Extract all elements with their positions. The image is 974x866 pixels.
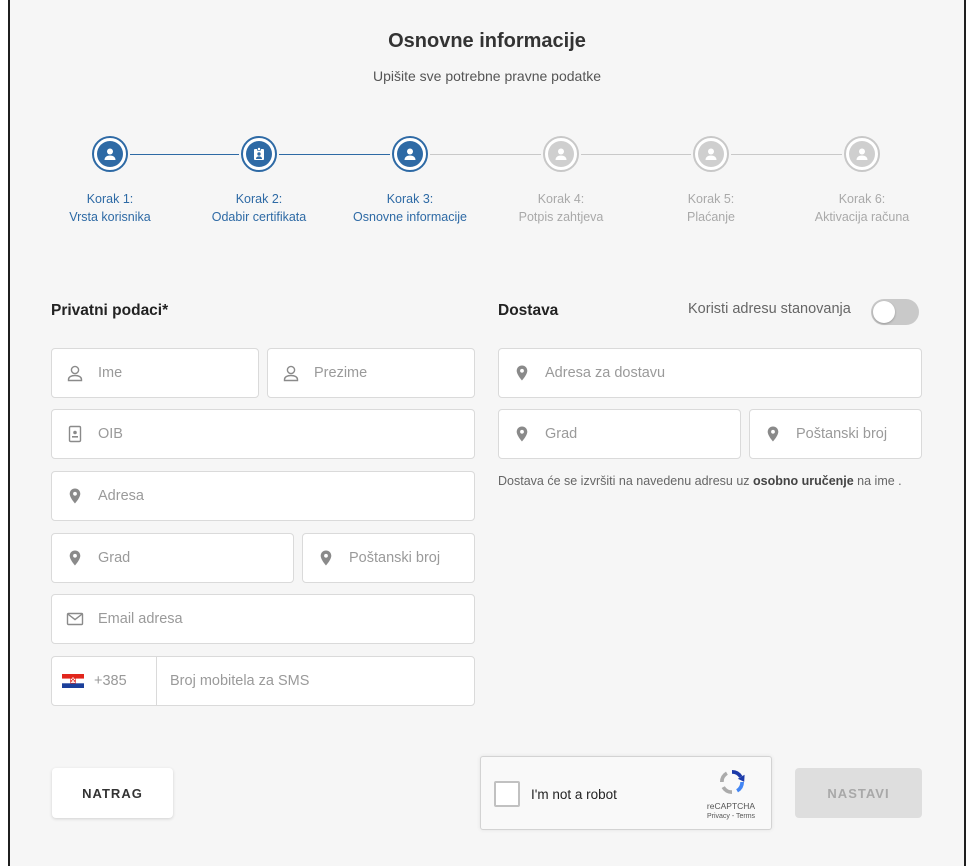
location-pin-icon [317,549,335,567]
recaptcha-checkbox[interactable] [494,781,520,807]
stepper-connector [581,154,691,155]
postal-code-field[interactable] [302,533,475,583]
user-icon [856,148,868,160]
private-section-title: Privatni podaci* [51,302,169,319]
step-name: Potpis zahtjeva [518,210,604,224]
step-2-indicator[interactable] [241,136,277,172]
croatia-flag-icon [62,674,84,688]
step-1-indicator[interactable] [92,136,128,172]
step-number: Korak 5: [687,192,735,206]
location-pin-icon [66,487,84,505]
step-number: Korak 1: [86,192,134,206]
step-name: Vrsta korisnika [69,210,151,224]
user-icon [555,148,567,160]
step-1-label[interactable]: Korak 1: Vrsta korisnika [35,190,185,226]
phone-field[interactable]: +385 [51,656,475,706]
oib-input[interactable] [98,426,474,442]
step-6-indicator [844,136,880,172]
step-6-label: Korak 6: Aktivacija računa [787,190,937,226]
delivery-postal-code-input[interactable] [796,426,921,442]
recaptcha-brand: reCAPTCHA [706,801,756,811]
delivery-note: Dostava će se izvršiti na navedenu adres… [498,474,902,488]
city-input[interactable] [98,550,293,566]
location-pin-icon [513,425,531,443]
delivery-address-input[interactable] [545,365,921,381]
stepper-connector [731,154,842,155]
step-3-label[interactable]: Korak 3: Osnovne informacije [335,190,485,226]
back-button[interactable]: NATRAG [52,768,173,818]
last-name-field[interactable] [267,348,475,398]
user-icon [705,148,717,160]
id-card-icon [254,147,264,160]
delivery-city-field[interactable] [498,409,741,459]
country-code: +385 [94,673,127,689]
step-4-label: Korak 4: Potpis zahtjeva [486,190,636,226]
delivery-postal-code-field[interactable] [749,409,922,459]
email-input[interactable] [98,611,474,627]
delivery-address-field[interactable] [498,348,922,398]
step-4-indicator [543,136,579,172]
recaptcha-widget: I'm not a robot reCAPTCHA Privacy - Term… [480,756,772,830]
form-container: Osnovne informacije Upišite sve potrebne… [8,0,966,866]
delivery-section-title: Dostava [498,302,559,319]
last-name-input[interactable] [314,365,474,381]
phone-input[interactable] [170,673,470,689]
step-5-label: Korak 5: Plaćanje [636,190,786,226]
recaptcha-label: I'm not a robot [531,787,617,802]
first-name-field[interactable] [51,348,259,398]
step-name: Plaćanje [687,210,735,224]
stepper-connector [430,154,541,155]
city-field[interactable] [51,533,294,583]
postal-code-input[interactable] [349,550,474,566]
delivery-city-input[interactable] [545,426,740,442]
recaptcha-logo-icon [720,770,745,794]
delivery-note-suffix: na ime . [853,474,902,488]
address-field[interactable] [51,471,475,521]
delivery-note-emphasis: osobno uručenje [753,474,854,488]
envelope-icon [66,610,84,628]
delivery-note-text: Dostava će se izvršiti na navedenu adres… [498,474,753,488]
step-name: Odabir certifikata [211,210,307,224]
user-icon [104,148,116,160]
use-residence-address-toggle[interactable] [871,299,919,325]
first-name-input[interactable] [98,365,258,381]
person-outline-icon [66,364,84,382]
use-residence-address-label: Koristi adresu stanovanja [688,301,851,317]
step-3-indicator[interactable] [392,136,428,172]
email-field[interactable] [51,594,475,644]
step-name: Aktivacija računa [814,210,910,224]
oib-field[interactable] [51,409,475,459]
recaptcha-links[interactable]: Privacy - Terms [695,813,767,820]
user-icon [404,148,416,160]
step-number: Korak 6: [838,192,886,206]
step-number: Korak 3: [386,192,434,206]
step-number: Korak 2: [235,192,283,206]
location-pin-icon [513,364,531,382]
step-2-label[interactable]: Korak 2: Odabir certifikata [184,190,334,226]
step-name: Osnovne informacije [353,210,467,224]
stepper-connector [279,154,390,155]
location-pin-icon [764,425,782,443]
person-outline-icon [282,364,300,382]
id-badge-icon [66,425,84,443]
country-code-selector[interactable]: +385 [52,657,157,705]
page-subtitle: Upišite sve potrebne pravne podatke [372,68,602,84]
location-pin-icon [66,549,84,567]
address-input[interactable] [98,488,474,504]
next-button[interactable]: NASTAVI [795,768,922,818]
stepper-connector [130,154,239,155]
step-5-indicator [693,136,729,172]
toggle-knob [873,301,895,323]
step-number: Korak 4: [537,192,585,206]
page-title: Osnovne informacije [388,30,586,52]
